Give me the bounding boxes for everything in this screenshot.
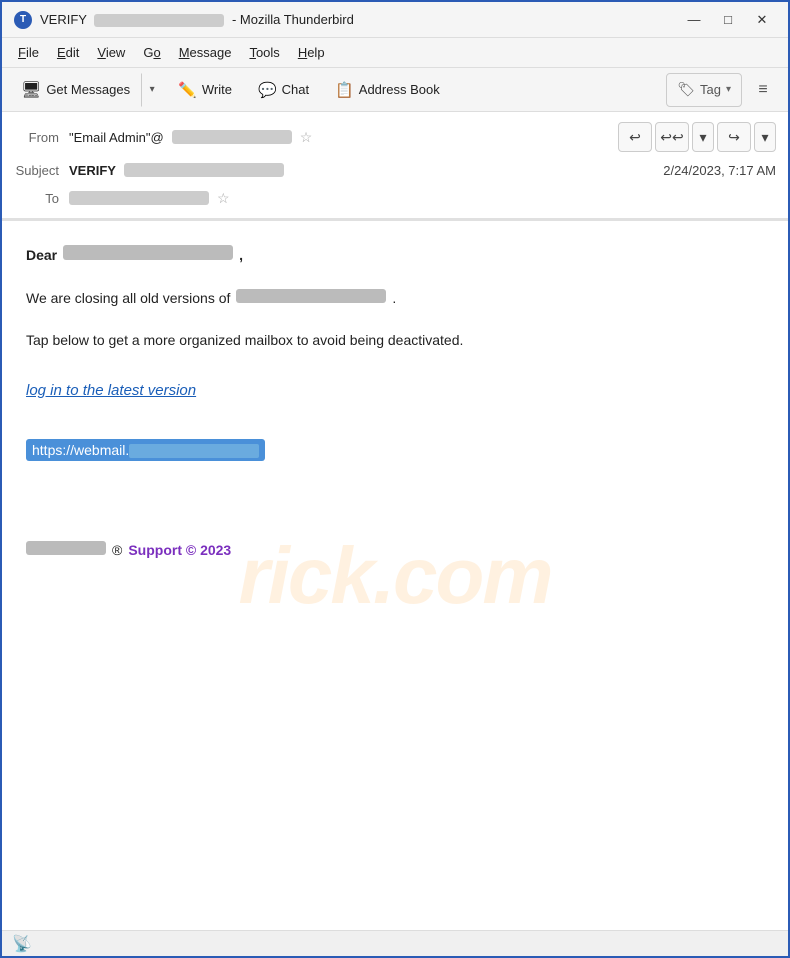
url-domain-redacted — [129, 444, 259, 458]
forward-dropdown-button[interactable]: ▾ — [754, 122, 776, 152]
menu-help[interactable]: Help — [290, 42, 333, 63]
connection-status-icon: 📡 — [12, 934, 32, 954]
from-star-icon[interactable]: ☆ — [300, 129, 313, 146]
email-content: Dear , We are closing all old versions o… — [26, 245, 764, 558]
reply-button[interactable]: ↩ — [618, 122, 652, 152]
email-date: 2/24/2023, 7:17 AM — [663, 163, 776, 178]
chat-button[interactable]: 💬 Chat — [247, 73, 320, 107]
get-messages-button[interactable]: 🖥 Get Messages — [10, 73, 141, 107]
closing-text-after: . — [392, 287, 396, 309]
subject-redacted — [124, 163, 284, 177]
menu-message[interactable]: Message — [171, 42, 240, 63]
closing-versions-para: We are closing all old versions of . — [26, 287, 764, 309]
email-header: From "Email Admin"@ ☆ ↩ ↩↩ ▾ ↪ ▾ Subject… — [2, 112, 788, 220]
subject-text: VERIFY — [69, 163, 116, 178]
tag-button[interactable]: 🏷 Tag ▾ — [666, 73, 742, 107]
url-start: https://webmail. — [32, 442, 129, 458]
reply-buttons: ↩ ↩↩ ▾ ↪ ▾ — [618, 122, 776, 152]
toolbar: 🖥 Get Messages ▾ ✏️ Write 💬 Chat 📋 Addre… — [2, 68, 788, 112]
main-window: T VERIFY - Mozilla Thunderbird — □ ✕ Fil… — [0, 0, 790, 958]
from-value: "Email Admin"@ ☆ — [69, 129, 618, 146]
to-row: To ☆ — [14, 184, 776, 212]
menu-tools[interactable]: Tools — [241, 42, 287, 63]
tap-below-para: Tap below to get a more organized mailbo… — [26, 329, 764, 351]
subject-row: Subject VERIFY 2/24/2023, 7:17 AM — [14, 156, 776, 184]
email-body: rick.com Dear , We are closing all old v… — [2, 221, 788, 930]
menu-file[interactable]: File — [10, 42, 47, 63]
write-button[interactable]: ✏️ Write — [167, 73, 243, 107]
to-star-icon[interactable]: ☆ — [217, 190, 230, 207]
write-icon: ✏️ — [178, 81, 197, 99]
tap-text: Tap below to get a more organized mailbo… — [26, 332, 463, 348]
hamburger-icon: ≡ — [758, 81, 767, 99]
menu-go[interactable]: Go — [135, 42, 168, 63]
reply-all-button[interactable]: ↩↩ — [655, 122, 689, 152]
get-messages-icon: 🖥 — [21, 80, 41, 100]
address-book-icon: 📋 — [335, 81, 354, 99]
hamburger-menu-button[interactable]: ≡ — [746, 73, 780, 107]
tag-label: Tag — [700, 82, 721, 97]
service-name-redacted — [236, 289, 386, 303]
menu-view[interactable]: View — [89, 42, 133, 63]
phishing-link[interactable]: log in to the latest version — [26, 382, 764, 399]
window-controls: — □ ✕ — [680, 9, 776, 31]
maximize-button[interactable]: □ — [714, 9, 742, 31]
support-line: ® Support © 2023 — [26, 541, 764, 558]
get-messages-label: Get Messages — [46, 82, 130, 97]
reply-dropdown-button[interactable]: ▾ — [692, 122, 714, 152]
dear-text: Dear — [26, 247, 57, 263]
dear-name-redacted — [63, 245, 233, 260]
tag-icon: 🏷 — [677, 81, 695, 98]
tag-dropdown-icon: ▾ — [726, 84, 731, 95]
address-book-button[interactable]: 📋 Address Book — [324, 73, 451, 107]
subject-label: Subject — [14, 163, 69, 178]
subject-value: VERIFY — [69, 163, 663, 178]
write-label: Write — [202, 82, 232, 97]
get-messages-dropdown[interactable]: ▾ — [141, 73, 163, 107]
to-value: ☆ — [69, 190, 776, 207]
chat-icon: 💬 — [258, 81, 277, 99]
title-bar: T VERIFY - Mozilla Thunderbird — □ ✕ — [2, 2, 788, 38]
forward-button[interactable]: ↪ — [717, 122, 751, 152]
close-button[interactable]: ✕ — [748, 9, 776, 31]
chat-label: Chat — [282, 82, 309, 97]
from-row: From "Email Admin"@ ☆ ↩ ↩↩ ▾ ↪ ▾ — [14, 118, 776, 156]
dear-line: Dear , — [26, 245, 764, 263]
url-highlight[interactable]: https://webmail. — [26, 439, 265, 461]
menu-bar: File Edit View Go Message Tools Help — [2, 38, 788, 68]
menu-edit[interactable]: Edit — [49, 42, 87, 63]
app-icon: T — [14, 11, 32, 29]
from-text: "Email Admin"@ — [69, 130, 164, 145]
registered-symbol: ® — [112, 542, 122, 558]
status-bar: 📡 — [2, 930, 788, 956]
window-title: VERIFY - Mozilla Thunderbird — [40, 12, 680, 27]
support-text: Support © 2023 — [128, 542, 231, 558]
to-redacted — [69, 191, 209, 205]
minimize-button[interactable]: — — [680, 9, 708, 31]
from-label: From — [14, 130, 69, 145]
company-name-redacted — [26, 541, 106, 555]
dear-comma: , — [239, 247, 243, 263]
address-book-label: Address Book — [359, 82, 440, 97]
to-label: To — [14, 191, 69, 206]
url-container: https://webmail. — [26, 439, 764, 501]
closing-text-before: We are closing all old versions of — [26, 287, 230, 309]
from-redacted — [172, 130, 292, 144]
